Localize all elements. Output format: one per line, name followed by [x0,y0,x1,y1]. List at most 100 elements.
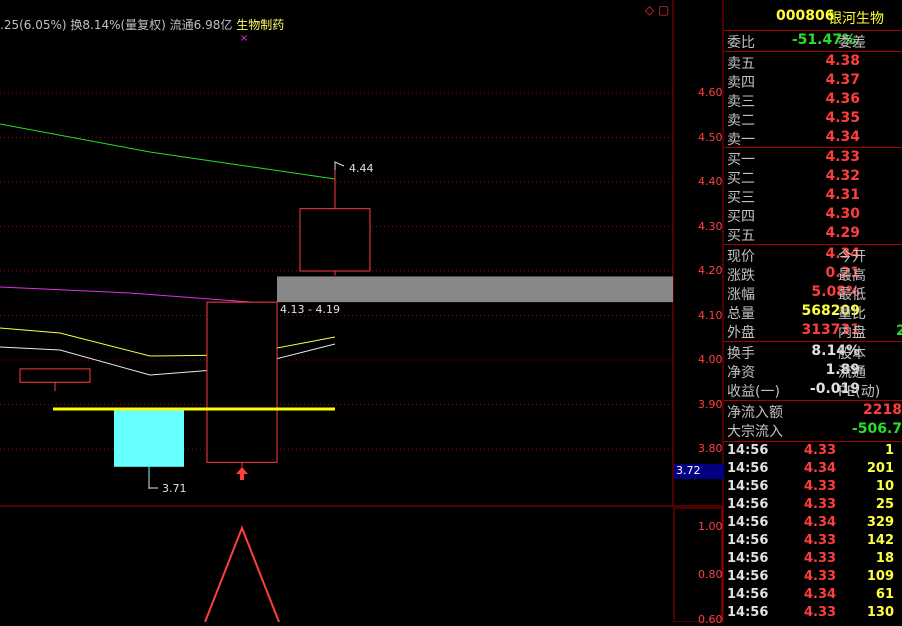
tick-time: 14:56 [727,533,769,548]
quote-label: 外盘 [727,325,755,341]
ma-line-yellow [0,327,336,357]
bid-label: 买三 [727,190,755,206]
tick-price: 4.34 [804,461,837,476]
bid-price: 4.30 [825,206,860,222]
quote-row[interactable]: 外盘 313731 内盘 [724,321,902,341]
tick-row[interactable]: 14:56 4.34 329 [724,514,902,532]
bid-label: 买二 [727,171,755,187]
stock-name: 银河生物 [828,11,884,27]
quote-panel: 000806 银河生物 委比 -51.47% 委差 卖五 4.38 卖四 4.37 卖三… [724,0,902,622]
price-axis-label: 4.40 [698,175,723,188]
ask-label: 卖五 [727,56,755,72]
flow-value: 2218 [863,402,902,418]
bid-row[interactable]: 买四 4.30 [724,205,902,225]
tick-row[interactable]: 14:56 4.33 25 [724,496,902,514]
tick-row[interactable]: 14:56 4.33 18 [724,550,902,568]
tick-volume: 10 [875,479,894,494]
ma-line-green [0,123,336,180]
inner-value-partial: 2 [896,323,902,339]
ask-row[interactable]: 卖三 4.36 [724,90,902,110]
price-axis-label: 4.10 [698,308,723,322]
quote-row[interactable]: 涨跌 0.21 最高 [724,264,902,284]
flow-row[interactable]: 净流入额 2218 [724,401,902,421]
ask-row[interactable]: 卖一 4.34 [724,128,902,148]
stock-code: 000806 [776,8,835,24]
tick-volume: 109 [866,569,894,584]
tick-time: 14:56 [727,461,769,476]
price-axis-label: 3.80 [698,442,723,455]
stat-row[interactable]: 净资 1.89 流通 [724,361,902,381]
ask-label: 卖三 [727,94,755,110]
flow-value: -506.7 [851,421,902,437]
stat-right-label: 流通 [838,365,866,381]
quote-right-label: 今开 [838,249,866,265]
sub-axis-label: 0.80 [698,568,723,581]
tick-row[interactable]: 14:56 4.34 61 [724,586,902,604]
stat-row[interactable]: 换手 8.14% 股本 [724,342,902,362]
quote-row[interactable]: 涨幅 5.08% 最低 [724,283,902,303]
tick-time: 14:56 [727,479,769,494]
tick-volume: 130 [866,605,894,620]
flow-label: 净流入额 [727,405,783,421]
stat-row[interactable]: 收益(一) -0.019 PE(动) [724,380,902,400]
quote-label: 涨跌 [727,268,755,284]
tick-row[interactable]: 14:56 4.33 1 [724,442,902,460]
low-marker [148,477,158,489]
info-prefix: .25(6.05%) 换8.14%(量复权) 流通6.98亿 [0,18,233,32]
tick-volume: 25 [875,497,894,512]
tick-price: 4.33 [804,533,837,548]
quote-right-label: 最高 [838,268,866,284]
tick-row[interactable]: 14:56 4.33 142 [724,532,902,550]
price-axis-label: 4.30 [698,219,723,233]
quote-right-label: 量比 [838,306,866,322]
quote-label: 总量 [727,306,755,322]
range-label: 4.13 - 4.19 [280,303,340,316]
price-axis-label: 4.20 [698,264,723,277]
quote-label: 涨幅 [727,287,755,303]
window-icons[interactable]: ◇ ▢ [645,3,669,17]
quote-row[interactable]: 总量 568209 量比 [724,302,902,322]
ask-row[interactable]: 卖五 4.38 [724,52,902,72]
industry-label[interactable]: 生物制药 [236,18,284,32]
ask-label: 卖四 [727,75,755,91]
tick-price: 4.33 [804,479,837,494]
ask-row[interactable]: 卖二 4.35 [724,109,902,129]
stat-label: 收益(一) [727,384,780,400]
bid-row[interactable]: 买五 4.29 [724,224,902,244]
quote-right-label: 最低 [838,287,866,303]
candle-body-up [299,208,371,272]
stock-info-line: .25(6.05%) 换8.14%(量复权) 流通6.98亿 生物制药 [0,16,284,33]
tick-row[interactable]: 14:56 4.33 130 [724,604,902,622]
tick-time: 14:56 [727,551,769,566]
bid-row[interactable]: 买一 4.33 [724,148,902,168]
tick-time: 14:56 [727,569,769,584]
bid-row[interactable]: 买三 4.31 [724,186,902,206]
tick-row[interactable]: 14:56 4.33 10 [724,478,902,496]
bid-row[interactable]: 买二 4.32 [724,167,902,187]
ask-price: 4.38 [825,53,860,69]
flow-row[interactable]: 大宗流入 -506.7 [724,420,902,440]
quote-row[interactable]: 现价 4.34 今开 [724,245,902,265]
ask-price: 4.34 [825,129,860,145]
buy-arrow-icon [236,467,248,480]
tick-volume: 142 [866,533,894,548]
price-axis-label: 3.90 [698,397,723,411]
tick-time: 14:56 [727,443,769,458]
tick-time: 14:56 [727,605,769,620]
quote-label: 现价 [727,249,755,265]
sub-axis-label: 1.00 [698,520,723,533]
tick-price: 4.33 [804,497,837,512]
ask-price: 4.37 [825,72,860,88]
tick-price: 4.33 [804,443,837,458]
tick-volume: 329 [866,515,894,530]
weicha-label: 委差 [838,35,866,51]
price-axis-label: 4.50 [698,130,723,144]
ask-label: 卖二 [727,113,755,129]
candle-body-up [19,368,91,383]
tick-price: 4.33 [804,551,837,566]
tick-row[interactable]: 14:56 4.33 109 [724,568,902,586]
sub-indicator-line [204,525,280,622]
ask-row[interactable]: 卖四 4.37 [724,71,902,91]
tick-row[interactable]: 14:56 4.34 201 [724,460,902,478]
tick-price: 4.34 [804,515,837,530]
